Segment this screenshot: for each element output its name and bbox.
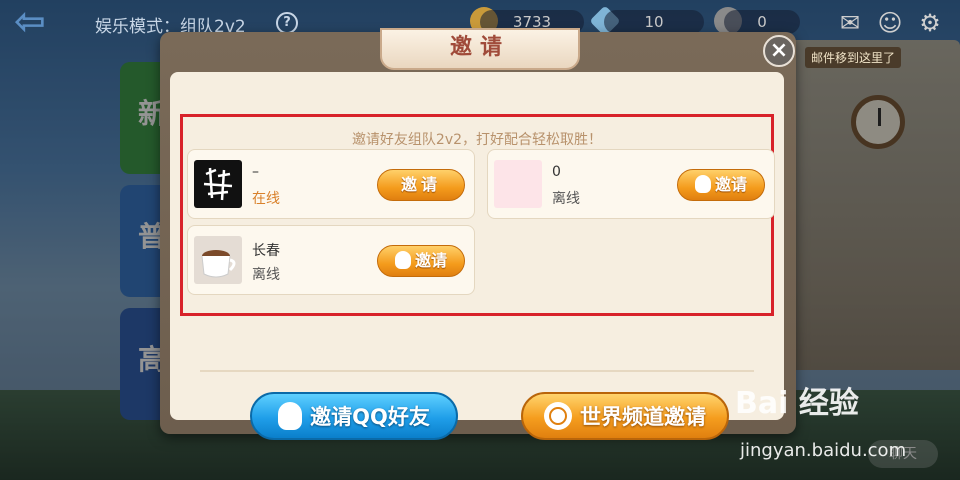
back-arrow-icon[interactable]: ⇦ <box>14 2 62 40</box>
friend-name: 0 <box>552 164 561 180</box>
dialog-body: 邀请好友组队2v2，打好配合轻松取胜！ – 在线 邀请 0 离线 邀请 长春 离… <box>170 72 784 440</box>
friend-status: 在线 <box>252 191 280 207</box>
invite-qq-friends-button[interactable]: 邀请QQ好友 <box>250 392 458 440</box>
divider <box>200 370 754 372</box>
invite-hint: 邀请好友组队2v2，打好配合轻松取胜！ <box>351 132 603 148</box>
mail-tooltip: 邮件移到这里了 <box>805 47 902 68</box>
invite-button-label: 邀请 <box>400 175 441 194</box>
friend-avatar <box>194 160 242 208</box>
invite-qq-friends-label: 邀请QQ好友 <box>310 405 430 429</box>
friend-status: 离线 <box>552 191 580 207</box>
friend-name: 长春 <box>252 243 280 259</box>
friend-avatar <box>494 160 542 208</box>
world-channel-invite-label: 世界频道邀请 <box>580 405 706 429</box>
qq-penguin-icon <box>278 402 303 430</box>
invite-dialog: 邀请 × 邀请好友组队2v2，打好配合轻松取胜！ – 在线 邀请 0 离线 邀请… <box>160 28 796 440</box>
dialog-title: 邀请 <box>449 35 510 60</box>
gear-icon[interactable]: ⚙ <box>916 10 944 36</box>
friend-name: – <box>252 164 259 180</box>
qq-penguin-icon <box>394 250 411 269</box>
close-button[interactable]: × <box>763 35 795 67</box>
invite-button-label: 邀请 <box>714 175 747 194</box>
invite-button-label: 邀请 <box>414 251 447 270</box>
coupon-count: 0 <box>724 10 800 34</box>
qq-penguin-icon <box>694 174 711 193</box>
help-icon[interactable]: ? <box>276 12 298 34</box>
watermark-url: jingyan.baidu.com <box>740 440 907 461</box>
avatar-icon[interactable]: ☺ <box>876 10 904 36</box>
mail-icon[interactable]: ✉ <box>836 10 864 36</box>
dialog-title-tab: 邀请 <box>380 28 580 70</box>
diamond-count: 10 <box>604 10 704 34</box>
friend-avatar <box>194 236 242 284</box>
world-channel-invite-button[interactable]: 世界频道邀请 <box>521 392 729 440</box>
invite-qq-button[interactable]: 邀请 <box>377 245 465 277</box>
globe-icon <box>544 402 572 430</box>
friend-card: – 在线 邀请 <box>187 149 475 219</box>
invite-qq-button[interactable]: 邀请 <box>677 169 765 201</box>
friend-card: 长春 离线 邀请 <box>187 225 475 295</box>
friend-list-highlight: 邀请好友组队2v2，打好配合轻松取胜！ – 在线 邀请 0 离线 邀请 长春 离… <box>180 114 775 316</box>
friend-status: 离线 <box>252 267 280 283</box>
watermark-brand: Bai 经验 <box>735 386 859 421</box>
invite-button[interactable]: 邀请 <box>377 169 465 201</box>
friend-card: 0 离线 邀请 <box>487 149 775 219</box>
